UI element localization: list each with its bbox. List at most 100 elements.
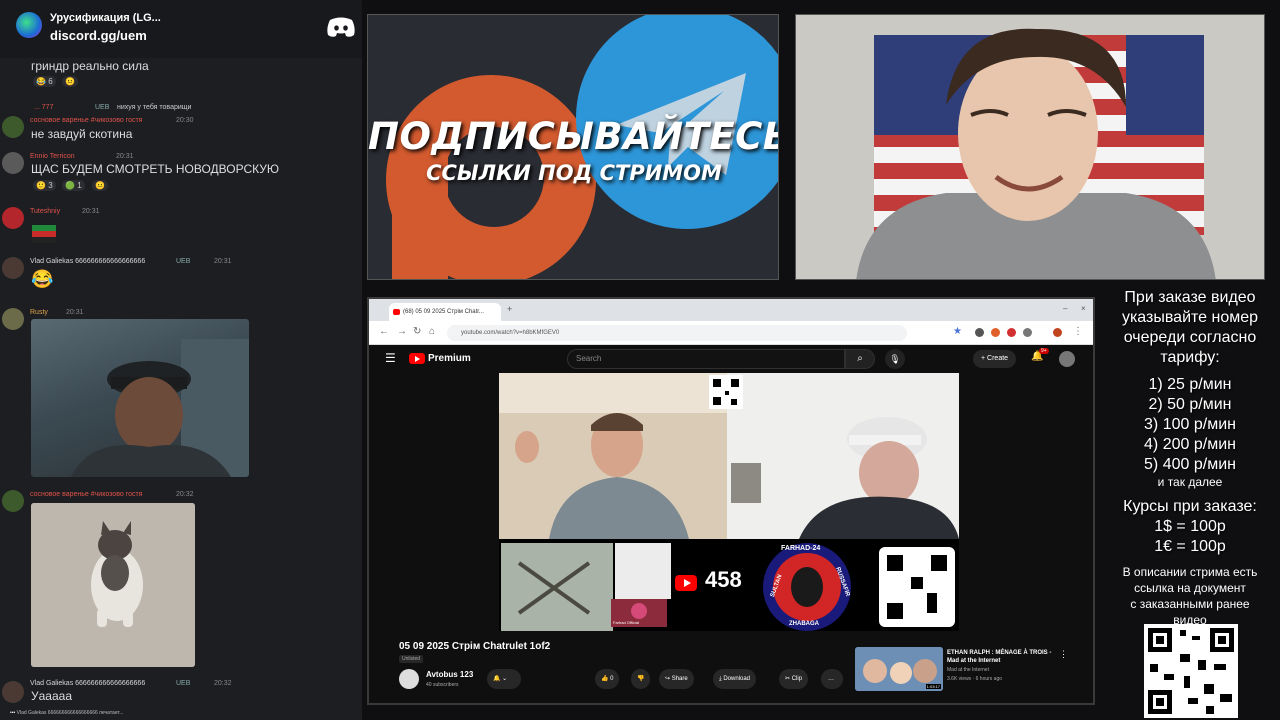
reaction[interactable]: 😐: [62, 76, 78, 87]
browser-menu-icon[interactable]: ⋮: [1073, 326, 1083, 337]
message-time: 20:31: [66, 309, 84, 316]
clip-button[interactable]: ✂ Clip: [779, 669, 809, 689]
stream-layout: Урусификация (LG... discord.gg/uem гринд…: [0, 0, 1280, 720]
hamburger-menu-icon[interactable]: ☰: [385, 351, 396, 365]
promo-subline: ССЫЛКИ ПОД СТРИМОМ: [426, 161, 722, 185]
message-text: не завдуй скотина: [31, 127, 133, 141]
avatar[interactable]: [2, 207, 24, 229]
pricing-tier: 4) 200 р/мин: [1144, 436, 1236, 453]
overlay-cam-label: Farhad Official: [613, 620, 639, 625]
channel-avatar[interactable]: [399, 669, 419, 689]
extension-icon[interactable]: [975, 328, 984, 337]
subscribe-promo-banner: ПОДПИСЫВАЙТЕСЬ ССЫЛКИ ПОД СТРИМОМ: [367, 14, 779, 280]
recommended-video-title[interactable]: ETHAN RALPH : MÉNAGE À TROIS - Mad at th…: [947, 649, 1057, 665]
avatar[interactable]: [2, 116, 24, 138]
pricing-tier: 1) 25 р/мин: [1148, 376, 1232, 393]
message-author[interactable]: Tuteshniy: [30, 208, 60, 215]
bookmark-star-icon[interactable]: ★: [953, 326, 962, 337]
download-button[interactable]: ⤓ Download: [713, 669, 757, 689]
youtube-logo-icon[interactable]: [409, 353, 425, 364]
recommended-video-meta: 3.6K views · 6 hours ago: [947, 676, 1003, 682]
kitten-photo: [31, 503, 195, 667]
message-text: Уаaaaa: [31, 689, 72, 703]
video-player[interactable]: 458 FARHAD-24 SULTAN RUSSAFIR ZHABAGA Fa…: [499, 373, 959, 631]
youtube-header: ☰ Premium Search ⌕ 🎙 + Create 🔔 9+: [369, 345, 1093, 373]
message-author[interactable]: Vlad Galiekas 666666666666666666: [30, 680, 145, 687]
search-button[interactable]: ⌕: [845, 349, 875, 369]
notification-count: 9+: [1039, 348, 1049, 354]
pricing-tier: 2) 50 р/мин: [1148, 396, 1232, 413]
new-tab-icon[interactable]: +: [507, 304, 512, 314]
pricing-intro-line: очереди согласно: [1123, 329, 1257, 346]
reaction[interactable]: 😂 6: [33, 76, 56, 87]
attachment-image[interactable]: [31, 319, 249, 477]
minimize-icon[interactable]: –: [1063, 304, 1067, 313]
subscribe-bell-button[interactable]: 🔔 ⌄: [487, 669, 521, 689]
reaction[interactable]: 😐: [92, 180, 108, 191]
share-button[interactable]: ↪ Share: [659, 669, 694, 689]
pricing-tier: 3) 100 р/мин: [1144, 416, 1236, 433]
avatar[interactable]: [2, 257, 24, 279]
qr-code-icon: [1144, 624, 1238, 718]
reload-icon[interactable]: ↻: [413, 326, 421, 337]
avatar[interactable]: [2, 490, 24, 512]
close-window-icon[interactable]: ×: [1081, 304, 1086, 313]
dislike-button[interactable]: 👎: [631, 669, 651, 689]
order-pricing-panel: При заказе видео указывайте номер очеред…: [1100, 284, 1280, 720]
home-icon[interactable]: ⌂: [429, 326, 435, 337]
message-author[interactable]: Vlad Galiekas 666666666666666666: [30, 258, 145, 265]
rate-line: 1€ = 100р: [1154, 538, 1226, 555]
message-time: 20:31: [116, 153, 134, 160]
like-button[interactable]: 👍 0: [595, 669, 620, 689]
channel-name[interactable]: Avtobus 123: [426, 670, 473, 679]
pricing-tier: 5) 400 р/мин: [1144, 456, 1236, 473]
avatar[interactable]: [2, 308, 24, 330]
forward-icon[interactable]: →: [397, 326, 407, 337]
extension-icon[interactable]: [991, 328, 1000, 337]
attachment-image[interactable]: [31, 503, 195, 667]
typing-indicator: ••• Vlad Galekas 666666666666666666 печа…: [10, 710, 124, 716]
account-avatar[interactable]: [1059, 351, 1075, 367]
back-icon[interactable]: ←: [379, 326, 389, 337]
browser-toolbar: ← → ↻ ⌂ youtube.com/watch?v=h8bKMfGEV0 ★…: [369, 321, 1093, 345]
message-author[interactable]: сосновое варенье #чикозово гостя: [30, 117, 142, 124]
search-input[interactable]: Search: [567, 349, 845, 369]
recommendation-menu-icon[interactable]: ⋮: [1059, 649, 1068, 660]
avatar[interactable]: [2, 152, 24, 174]
discord-server-header: Урусификация (LG... discord.gg/uem: [0, 0, 362, 58]
recommended-video-thumbnail[interactable]: 1:03:17: [855, 647, 943, 691]
discord-logo-icon: [327, 17, 355, 37]
message-time: 20:30: [176, 117, 194, 124]
reply-text: нихуя у тебя товарищи: [117, 104, 192, 111]
streamer-webcam: [795, 14, 1265, 280]
webcam-scene: [796, 15, 1264, 279]
server-invite[interactable]: discord.gg/uem: [50, 28, 147, 43]
reaction[interactable]: 🟢 1: [62, 180, 85, 191]
avatar[interactable]: [2, 681, 24, 703]
browser-tab-youtube[interactable]: (68) 05 09 2025 Стрім Chatr...: [389, 303, 501, 321]
message-author[interactable]: сосновое варенье #чикозово гостя: [30, 491, 142, 498]
recommended-video-channel[interactable]: Mad at the Internet: [947, 667, 989, 673]
pricing-intro-line: указывайте номер: [1121, 309, 1259, 326]
extension-icon[interactable]: [1023, 328, 1032, 337]
pricing-intro-line: тарифу:: [1160, 349, 1220, 366]
browser-tab-strip: (68) 05 09 2025 Стрім Chatr... + – ×: [369, 299, 1093, 321]
message-text: ЩАС БУДЕМ СМОТРЕТЬ НОВОДВОРСКУЮ: [31, 162, 280, 176]
role-badge: UEB: [176, 258, 191, 265]
role-badge: UEB: [95, 104, 110, 111]
description-note: с заказанными ранее: [1130, 597, 1250, 611]
message-author[interactable]: Ennio Terricon: [30, 153, 75, 160]
message-author[interactable]: Rusty: [30, 309, 48, 316]
message-author[interactable]: ... 777: [34, 104, 53, 111]
mic-icon[interactable]: 🎙: [885, 349, 905, 369]
profile-icon[interactable]: [1053, 328, 1062, 337]
more-actions-icon[interactable]: …: [821, 669, 843, 689]
reaction[interactable]: 🙂 3: [33, 180, 56, 191]
address-bar[interactable]: youtube.com/watch?v=h8bKMfGEV0: [447, 325, 907, 341]
rate-line: 1$ = 100р: [1154, 518, 1226, 535]
create-button[interactable]: + Create: [973, 350, 1017, 368]
message-time: 20:31: [82, 208, 100, 215]
youtube-brand[interactable]: Premium: [428, 353, 471, 364]
extension-icon[interactable]: [1007, 328, 1016, 337]
sticker-image: [32, 225, 56, 243]
